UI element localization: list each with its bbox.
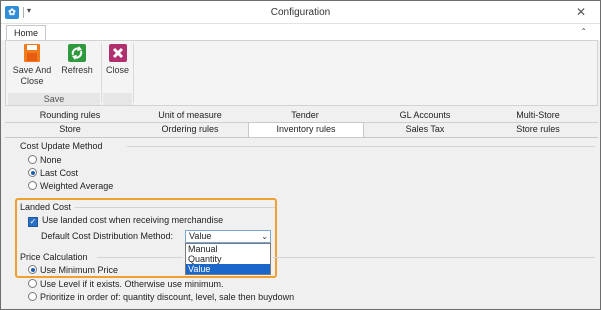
- tab-rounding-rules[interactable]: Rounding rules: [25, 109, 115, 122]
- tab-ordering-rules[interactable]: Ordering rules: [135, 123, 245, 136]
- cost-update-method-label: Cost Update Method: [20, 141, 103, 151]
- tab-inventory-rules[interactable]: Inventory rules: [250, 123, 362, 136]
- radio-weighted-average-icon[interactable]: [28, 181, 37, 190]
- ribbon-group-label: Save: [43, 94, 65, 104]
- refresh-button[interactable]: Refresh: [58, 43, 96, 93]
- tab-sales-tax[interactable]: Sales Tax: [370, 123, 480, 136]
- tab-unit-of-measure[interactable]: Unit of measure: [135, 109, 245, 122]
- save-and-close-label: Save And Close: [12, 65, 52, 86]
- dropdown-option-value[interactable]: Value: [186, 264, 270, 274]
- ribbon-tab-row: Home ⌃: [1, 24, 600, 42]
- radio-last-cost-icon[interactable]: [28, 168, 37, 177]
- radio-use-minimum-price-icon[interactable]: [28, 265, 37, 274]
- ribbon: Save And Close Refresh Close Save: [5, 40, 598, 106]
- radio-use-minimum-price[interactable]: Use Minimum Price: [28, 265, 118, 276]
- radio-prioritize[interactable]: Prioritize in order of: quantity discoun…: [28, 292, 294, 303]
- refresh-icon: [68, 44, 86, 62]
- radio-use-level-label: Use Level if it exists. Otherwise use mi…: [40, 279, 224, 289]
- landed-cost-divider: [75, 207, 275, 208]
- radio-last-cost-label: Last Cost: [40, 168, 79, 178]
- tab-store[interactable]: Store: [25, 123, 115, 136]
- configuration-window: ✿ ▾ Configuration ✕ Home ⌃ Save And Clos…: [0, 0, 601, 310]
- cost-distribution-dropdown-list: Manual Quantity Value: [185, 243, 271, 275]
- price-calculation-divider: [97, 257, 183, 258]
- price-calculation-label: Price Calculation: [20, 252, 88, 262]
- close-x-icon: [108, 44, 127, 62]
- dropdown-option-manual[interactable]: Manual: [186, 244, 270, 254]
- close-button[interactable]: Close: [102, 43, 133, 93]
- price-calculation-divider-2: [273, 257, 595, 258]
- use-landed-cost-label: Use landed cost when receiving merchandi…: [42, 215, 224, 225]
- radio-weighted-average[interactable]: Weighted Average: [28, 181, 113, 192]
- radio-use-level[interactable]: Use Level if it exists. Otherwise use mi…: [28, 279, 224, 290]
- tab-tender[interactable]: Tender: [250, 109, 360, 122]
- use-landed-cost-checkbox[interactable]: ✓ Use landed cost when receiving merchand…: [28, 215, 224, 227]
- radio-use-level-icon[interactable]: [28, 279, 37, 288]
- chevron-down-icon[interactable]: ⌄: [261, 231, 268, 242]
- tab-gl-accounts[interactable]: GL Accounts: [370, 109, 480, 122]
- collapse-ribbon-icon[interactable]: ⌃: [580, 27, 587, 36]
- radio-weighted-average-label: Weighted Average: [40, 181, 114, 191]
- title-bar: ✿ ▾ Configuration ✕: [1, 1, 600, 24]
- window-title: Configuration: [270, 7, 331, 18]
- radio-none-label: None: [40, 155, 62, 165]
- ribbon-group-strip-2: [103, 93, 132, 105]
- radio-last-cost[interactable]: Last Cost: [28, 168, 78, 179]
- landed-cost-label: Landed Cost: [20, 202, 72, 212]
- default-cost-distribution-label: Default Cost Distribution Method:: [41, 231, 174, 241]
- radio-use-minimum-price-label: Use Minimum Price: [40, 265, 119, 275]
- cost-distribution-combo[interactable]: Value ⌄: [185, 230, 271, 243]
- radio-none-icon[interactable]: [28, 155, 37, 164]
- dropdown-option-quantity[interactable]: Quantity: [186, 254, 270, 264]
- radio-none[interactable]: None: [28, 155, 62, 166]
- checkmark-icon[interactable]: ✓: [28, 217, 38, 227]
- cost-distribution-value: Value: [189, 231, 212, 241]
- tab-home[interactable]: Home: [6, 25, 46, 41]
- refresh-label: Refresh: [61, 65, 93, 75]
- radio-prioritize-icon[interactable]: [28, 292, 37, 301]
- cost-update-divider: [127, 146, 595, 147]
- tab-multi-store[interactable]: Multi-Store: [483, 109, 593, 122]
- save-close-icon: [24, 44, 40, 62]
- tab-store-rules[interactable]: Store rules: [483, 123, 593, 136]
- window-close-icon[interactable]: ✕: [576, 5, 586, 19]
- close-label: Close: [105, 65, 129, 75]
- config-tabs: Rounding rules Unit of measure Tender GL…: [5, 109, 598, 137]
- save-and-close-button[interactable]: Save And Close: [10, 43, 54, 93]
- radio-prioritize-label: Prioritize in order of: quantity discoun…: [40, 292, 295, 302]
- ribbon-group-separator-2: [133, 43, 134, 103]
